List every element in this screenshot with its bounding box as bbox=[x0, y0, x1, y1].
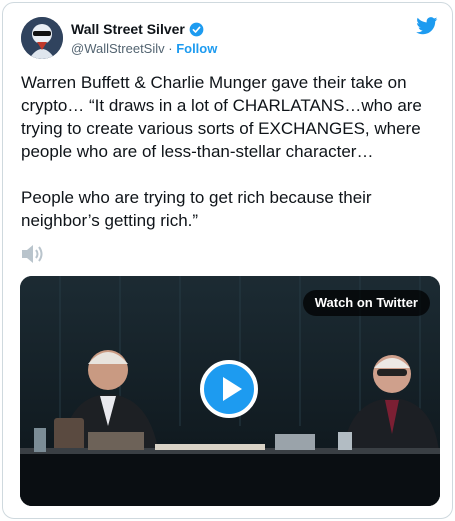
avatar-image bbox=[21, 17, 63, 59]
author-name-row[interactable]: Wall Street Silver bbox=[71, 21, 217, 37]
follow-link[interactable]: Follow bbox=[176, 41, 217, 56]
handle-separator: · bbox=[164, 41, 177, 56]
tweet-text: Warren Buffett & Charlie Munger gave the… bbox=[21, 73, 422, 230]
verified-badge-icon bbox=[189, 22, 204, 36]
video-player[interactable]: Watch on Twitter bbox=[20, 276, 440, 506]
handle-line: @WallStreetSilv · Follow bbox=[71, 41, 217, 56]
speaker-icon[interactable] bbox=[21, 243, 47, 265]
tweet-header: Wall Street Silver @WallStreetSilv · Fol… bbox=[21, 15, 438, 63]
author-handle[interactable]: @WallStreetSilv bbox=[71, 41, 165, 56]
tweet-card[interactable]: Wall Street Silver @WallStreetSilv · Fol… bbox=[2, 2, 453, 519]
watch-on-twitter-button[interactable]: Watch on Twitter bbox=[302, 290, 430, 316]
author-display-name[interactable]: Wall Street Silver bbox=[71, 21, 185, 37]
twitter-bird-icon[interactable] bbox=[416, 17, 438, 35]
play-button[interactable] bbox=[200, 360, 258, 418]
play-icon bbox=[223, 377, 242, 401]
author-block: Wall Street Silver @WallStreetSilv · Fol… bbox=[71, 21, 217, 56]
avatar[interactable] bbox=[21, 17, 63, 59]
